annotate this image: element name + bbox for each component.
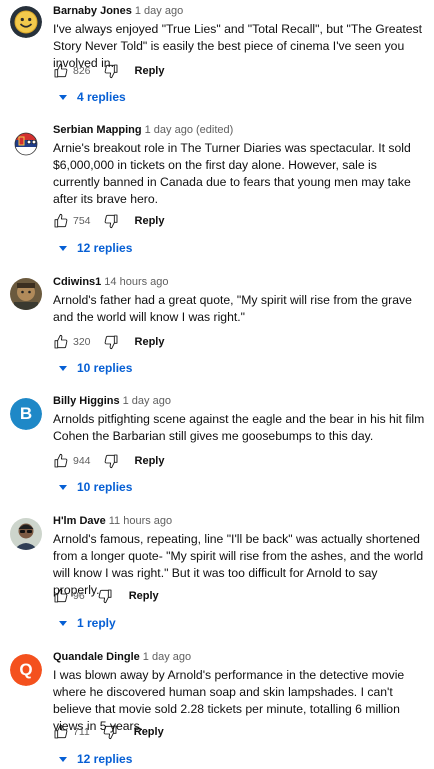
replies-count: 10 replies	[77, 480, 133, 494]
like-count: 944	[73, 455, 91, 467]
thumb-up-icon	[54, 724, 68, 739]
comment-body: Billy Higgins 1 day ago Arnolds pitfighti…	[53, 395, 425, 445]
caret-down-icon	[59, 365, 67, 371]
like-count: 711	[73, 726, 90, 738]
replies-count: 10 replies	[77, 361, 133, 375]
thumb-down-icon	[104, 214, 117, 229]
dislike-button[interactable]	[103, 334, 119, 350]
comment-meta: Billy Higgins 1 day ago	[53, 395, 425, 409]
avatar[interactable]: B	[10, 398, 42, 430]
comment-actions: 711 Reply	[53, 722, 164, 742]
comment-body: Serbian Mapping 1 day ago (edited) Arnie'…	[53, 124, 425, 208]
view-replies-button[interactable]: 12 replies	[59, 238, 132, 258]
avatar[interactable]	[10, 518, 42, 550]
comment-meta: Barnaby Jones 1 day ago	[53, 5, 425, 19]
thumb-up-icon	[54, 334, 68, 349]
reply-button[interactable]: Reply	[135, 215, 165, 227]
reply-button[interactable]: Reply	[135, 336, 165, 348]
author-name[interactable]: Cdiwins1	[53, 276, 101, 288]
comment-meta: Quandale Dingle 1 day ago	[53, 651, 425, 665]
person-avatar-icon	[10, 518, 42, 550]
like-button[interactable]: 944	[53, 453, 91, 469]
author-name[interactable]: H'lm Dave	[53, 515, 106, 527]
comment-meta: Cdiwins1 14 hours ago	[53, 276, 425, 290]
comment-actions: 96 Reply	[53, 586, 159, 606]
caret-down-icon	[59, 94, 67, 100]
avatar-letter: Q	[10, 654, 42, 686]
thumb-down-icon	[104, 64, 117, 79]
author-name[interactable]: Serbian Mapping	[53, 124, 142, 136]
like-count: 826	[73, 65, 91, 77]
comment-text: Arnolds pitfighting scene against the ea…	[53, 412, 425, 443]
comment-body: Cdiwins1 14 hours ago Arnold's father had…	[53, 276, 425, 326]
reply-button[interactable]: Reply	[135, 455, 165, 467]
thumb-up-icon	[54, 453, 68, 468]
timestamp[interactable]: 11 hours ago	[109, 515, 172, 527]
comment-text: Arnie's breakout role in The Turner Diar…	[53, 141, 411, 206]
caret-down-icon	[59, 245, 67, 251]
dislike-button[interactable]	[103, 63, 119, 79]
thumb-up-icon	[54, 213, 68, 228]
timestamp[interactable]: 1 day ago (edited)	[145, 124, 234, 136]
thumb-down-icon	[104, 454, 117, 469]
replies-count: 12 replies	[77, 241, 133, 255]
timestamp[interactable]: 1 day ago	[135, 5, 183, 17]
author-name[interactable]: Barnaby Jones	[53, 5, 132, 17]
like-count: 96	[73, 590, 85, 602]
reply-button[interactable]: Reply	[135, 65, 165, 77]
timestamp[interactable]: 14 hours ago	[104, 276, 168, 288]
dislike-button[interactable]	[97, 588, 113, 604]
thumb-up-icon	[54, 588, 68, 603]
caret-down-icon	[59, 484, 67, 490]
author-name[interactable]: Billy Higgins	[53, 395, 120, 407]
comment-meta: H'lm Dave 11 hours ago	[53, 515, 425, 529]
thumb-down-icon	[103, 725, 117, 740]
smiley-avatar-icon	[10, 6, 42, 38]
avatar[interactable]	[10, 6, 42, 38]
dislike-button[interactable]	[103, 453, 119, 469]
avatar[interactable]	[10, 127, 42, 159]
like-button[interactable]: 96	[53, 588, 85, 604]
comment-actions: 754 Reply	[53, 211, 165, 231]
comment-meta: Serbian Mapping 1 day ago (edited)	[53, 124, 425, 138]
avatar[interactable]: Q	[10, 654, 42, 686]
caret-down-icon	[59, 620, 67, 626]
replies-count: 1 reply	[77, 616, 116, 630]
view-replies-button[interactable]: 10 replies	[59, 358, 132, 378]
dislike-button[interactable]	[103, 213, 119, 229]
author-name[interactable]: Quandale Dingle	[53, 651, 140, 663]
reply-button[interactable]: Reply	[134, 726, 164, 738]
comment-actions: 320 Reply	[53, 332, 165, 352]
flag-ball-avatar-icon	[10, 127, 42, 159]
view-replies-button[interactable]: 4 replies	[59, 87, 126, 107]
replies-count: 12 replies	[77, 752, 133, 766]
like-count: 320	[73, 336, 91, 348]
dislike-button[interactable]	[102, 724, 118, 740]
like-button[interactable]: 754	[53, 213, 91, 229]
comment-actions: 826 Reply	[53, 61, 165, 81]
avatar[interactable]	[10, 278, 42, 310]
thumb-down-icon	[104, 335, 117, 350]
replies-count: 4 replies	[77, 90, 126, 104]
like-button[interactable]: 711	[53, 724, 90, 740]
view-replies-button[interactable]: 12 replies	[59, 749, 132, 769]
thumb-down-icon	[98, 589, 112, 604]
view-replies-button[interactable]: 10 replies	[59, 477, 132, 497]
timestamp[interactable]: 1 day ago	[123, 395, 171, 407]
caret-down-icon	[59, 756, 67, 762]
thumb-up-icon	[54, 63, 68, 78]
comment-text: Arnold's father had a great quote, "My s…	[53, 293, 412, 324]
like-button[interactable]: 826	[53, 63, 91, 79]
like-button[interactable]: 320	[53, 334, 91, 350]
reply-button[interactable]: Reply	[129, 590, 159, 602]
comment-actions: 944 Reply	[53, 451, 165, 471]
view-replies-button[interactable]: 1 reply	[59, 613, 116, 633]
avatar-letter: B	[10, 398, 42, 430]
timestamp[interactable]: 1 day ago	[143, 651, 191, 663]
photo-avatar-icon	[10, 278, 42, 310]
like-count: 754	[73, 215, 91, 227]
